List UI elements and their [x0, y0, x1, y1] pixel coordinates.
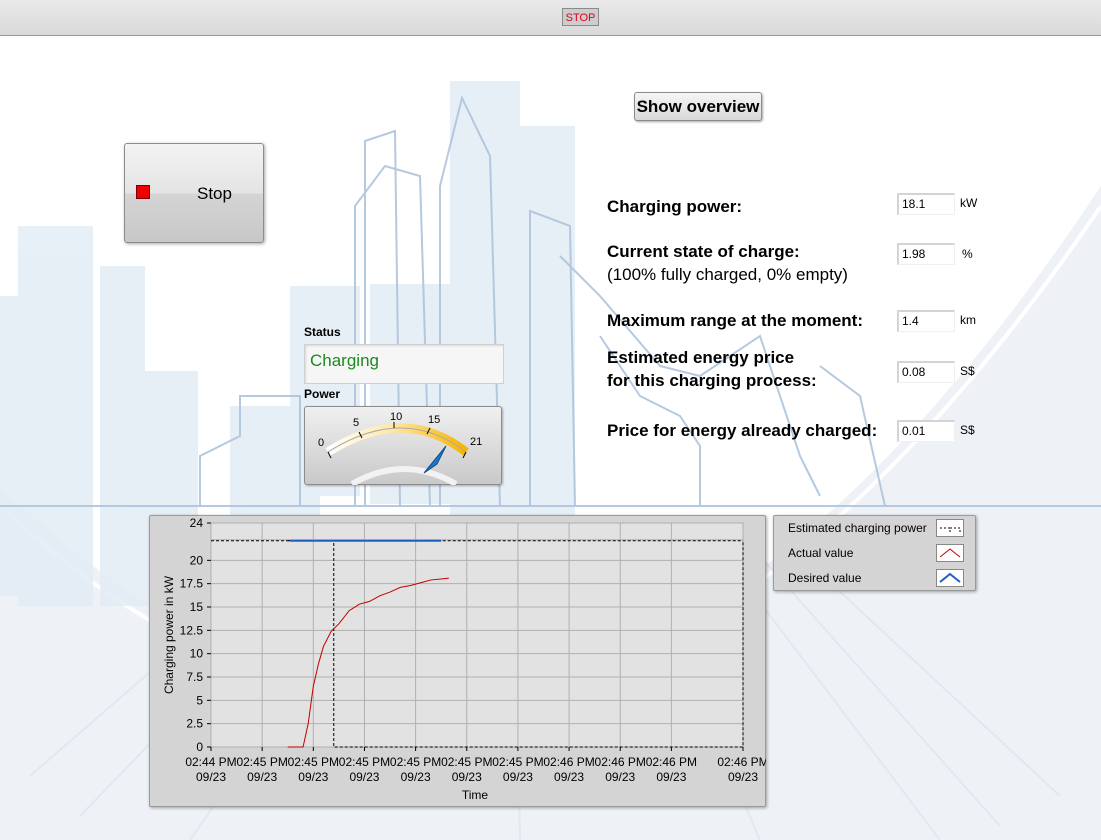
x-tick-label: 02:45 PM — [441, 755, 492, 769]
legend-swatch-actual — [936, 544, 964, 562]
price-charged-value: 0.01 — [897, 420, 955, 442]
legend-label-desired: Desired value — [788, 571, 862, 585]
price-charged-label: Price for energy already charged: — [607, 421, 878, 440]
y-tick-label: 20 — [190, 553, 204, 567]
y-tick-label: 24 — [190, 516, 204, 530]
x-tick-date: 09/23 — [401, 770, 431, 784]
gauge-tick-label: 10 — [390, 411, 402, 423]
x-tick-date: 09/23 — [554, 770, 584, 784]
gauge-tick-label: 21 — [470, 436, 482, 448]
state-of-charge-sublabel: (100% fully charged, 0% empty) — [607, 265, 848, 284]
x-tick-label: 02:45 PM — [339, 755, 390, 769]
x-tick-label: 02:46 PM — [595, 755, 646, 769]
status-label: Status — [304, 325, 341, 339]
price-charged-unit: S$ — [960, 423, 975, 437]
legend-label-actual: Actual value — [788, 546, 854, 560]
max-range-label: Maximum range at the moment: — [607, 311, 863, 330]
x-tick-label: 02:46 PM — [646, 755, 697, 769]
charging-power-unit: kW — [960, 196, 978, 210]
legend-swatch-desired — [936, 569, 964, 587]
x-tick-label: 02:45 PM — [390, 755, 441, 769]
estimated-price-value: 0.08 — [897, 361, 955, 383]
x-tick-label: 02:46 PM — [543, 755, 594, 769]
x-tick-date: 09/23 — [298, 770, 328, 784]
charging-power-label: Charging power: — [607, 197, 743, 216]
state-of-charge-unit: % — [962, 247, 973, 261]
y-tick-label: 2.5 — [186, 717, 203, 731]
chart-legend: Estimated charging power Actual value De… — [773, 515, 976, 591]
toolbar: STOP — [0, 0, 1101, 36]
x-tick-date: 09/23 — [605, 770, 635, 784]
state-of-charge-label: Current state of charge: — [607, 242, 800, 261]
estimated-price-unit: S$ — [960, 364, 975, 378]
x-tick-label: 02:44 PM — [185, 755, 236, 769]
x-tick-date: 09/23 — [349, 770, 379, 784]
x-tick-label: 02:45 PM — [288, 755, 339, 769]
estimated-price-label-line2: for this charging process: — [607, 371, 817, 390]
stop-charging-button[interactable]: Stop — [124, 143, 264, 243]
x-tick-label: 02:45 PM — [236, 755, 287, 769]
stop-indicator-icon — [136, 185, 150, 199]
show-overview-button[interactable]: Show overview — [634, 92, 762, 121]
y-tick-label: 15 — [190, 600, 204, 614]
x-tick-date: 09/23 — [452, 770, 482, 784]
gauge-tick-label: 15 — [428, 414, 440, 426]
y-tick-label: 12.5 — [180, 623, 204, 637]
toolbar-stop-button[interactable]: STOP — [562, 8, 599, 26]
power-label: Power — [304, 387, 341, 401]
max-range-value: 1.4 — [897, 310, 955, 332]
state-of-charge-value: 1.98 — [897, 243, 955, 265]
estimated-price-label-line1: Estimated energy price — [607, 348, 795, 367]
gauge-needle — [423, 445, 447, 474]
x-tick-date: 09/23 — [728, 770, 758, 784]
power-gauge: 0 5 10 15 21 — [304, 406, 502, 485]
gauge-tick-label: 5 — [353, 417, 359, 429]
status-display: Charging — [304, 344, 504, 384]
x-axis-label: Time — [462, 788, 489, 802]
y-axis-label: Charging power in kW — [162, 575, 176, 694]
x-tick-date: 09/23 — [656, 770, 686, 784]
charging-power-chart: 0 2.5 5 7.5 10 12.5 15 17.5 20 24 02:44 PM 09/23 02… — [149, 515, 766, 807]
max-range-unit: km — [960, 313, 976, 327]
y-tick-label: 10 — [190, 647, 204, 661]
legend-swatch-estimated — [936, 519, 964, 537]
x-tick-date: 09/23 — [247, 770, 277, 784]
charging-power-value: 18.1 — [897, 193, 955, 215]
plot-area — [210, 522, 744, 748]
x-tick-date: 09/23 — [196, 770, 226, 784]
y-tick-label: 17.5 — [180, 577, 204, 591]
y-tick-label: 7.5 — [186, 670, 203, 684]
legend-label-estimated: Estimated charging power — [788, 521, 927, 535]
chart-plot: 02.557.51012.51517.52024 02:44 PM09/2302… — [162, 516, 766, 802]
gauge-tick-label: 0 — [318, 437, 324, 449]
x-tick-label: 02:46 PM — [717, 755, 766, 769]
y-tick-label: 5 — [196, 693, 203, 707]
y-tick-label: 0 — [196, 740, 203, 754]
stop-button-label: Stop — [197, 184, 232, 203]
x-tick-label: 02:45 PM — [492, 755, 543, 769]
x-tick-date: 09/23 — [503, 770, 533, 784]
